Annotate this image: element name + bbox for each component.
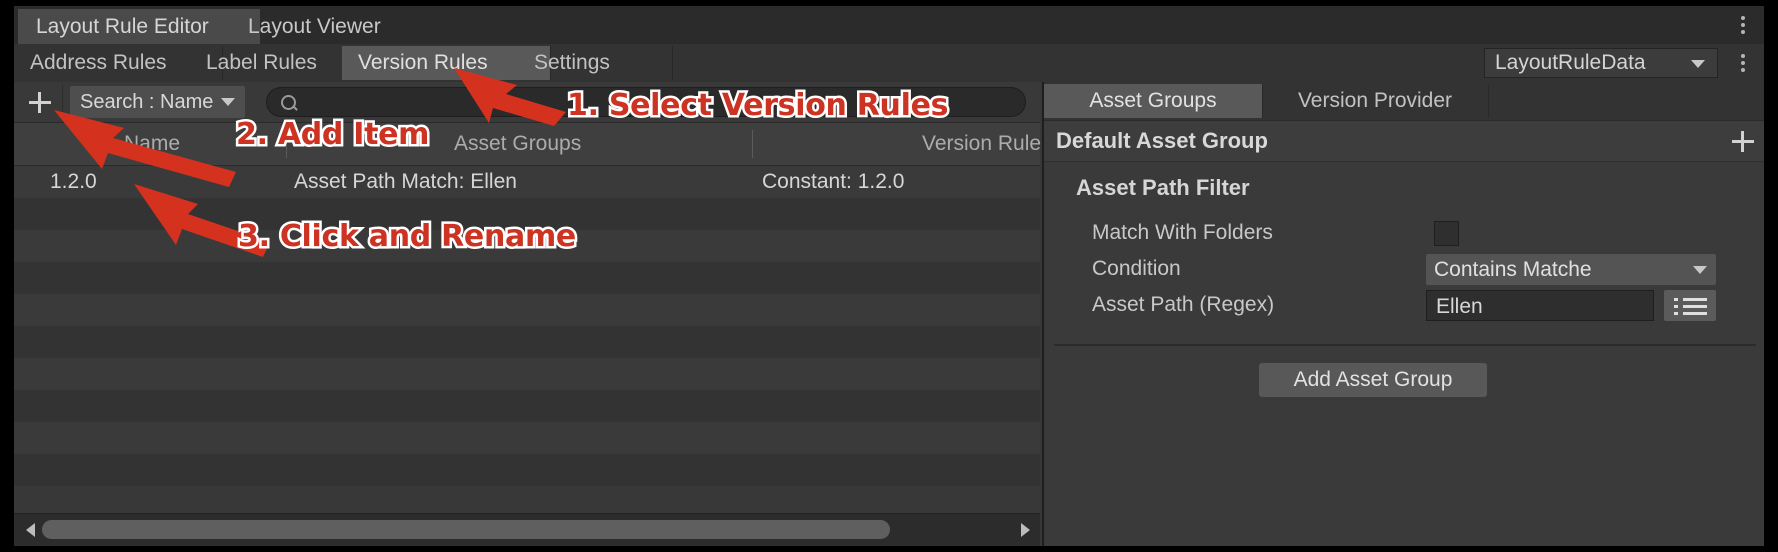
annotation-3: 3. Click and Rename [236,217,579,257]
unity-editor-window: Layout Rule Editor Layout Viewer Address… [14,6,1764,546]
annotation-2: 2. Add Item [233,115,431,155]
annotation-1: 1. Select Version Rules [564,86,950,126]
annotation-arrows [54,68,566,257]
